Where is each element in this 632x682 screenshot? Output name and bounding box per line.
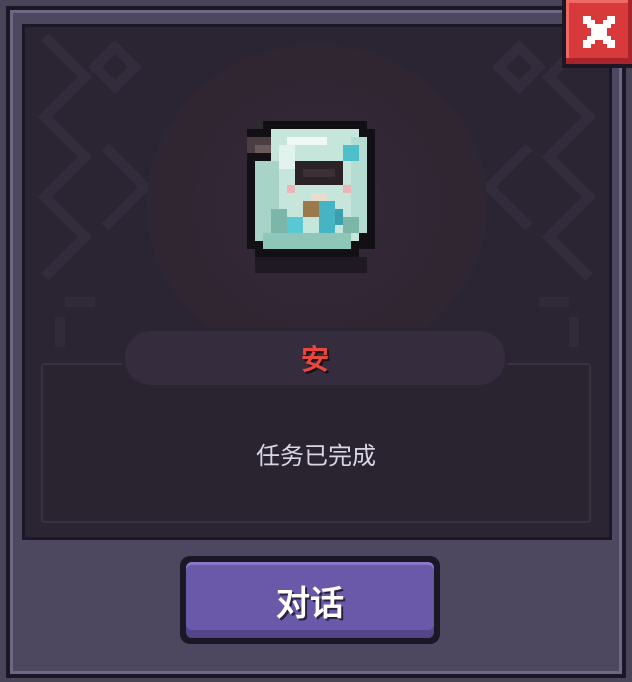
npc-name: 安 — [300, 343, 329, 376]
quest-status-text: 任务已完成 — [256, 441, 376, 470]
npc-info-box: 任务已完成 — [41, 363, 591, 523]
close-icon — [583, 16, 615, 48]
talk-button[interactable]: 对话 — [180, 556, 440, 644]
close-button-face[interactable] — [566, 0, 632, 64]
close-button[interactable] — [562, 0, 632, 68]
npc-portrait — [247, 121, 375, 273]
talk-button-label: 对话 — [276, 583, 344, 624]
npc-name-bar: 安 — [125, 331, 505, 385]
npc-panel: 任务已完成 安 — [22, 24, 612, 540]
talk-button-face[interactable]: 对话 — [186, 562, 434, 638]
